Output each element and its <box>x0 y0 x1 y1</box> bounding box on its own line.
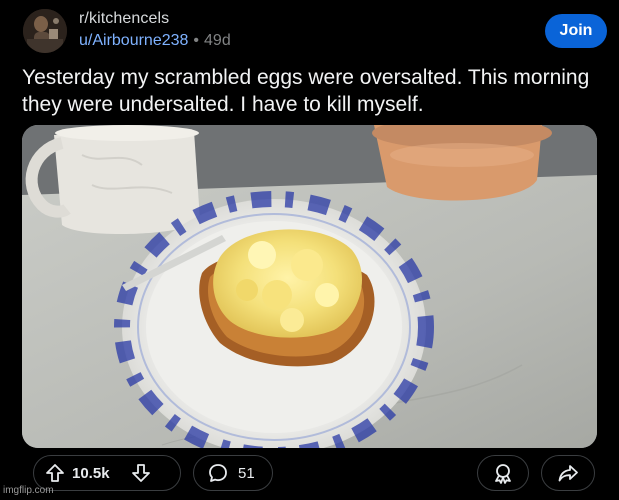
downvote-button[interactable] <box>130 462 152 484</box>
scrambled-eggs-photo <box>22 125 597 448</box>
post-actions: 10.5k 51 <box>0 452 619 496</box>
post-title[interactable]: Yesterday my scrambled eggs were oversal… <box>22 64 607 118</box>
arrow-down-icon <box>131 464 150 482</box>
upvote-button[interactable] <box>44 462 66 484</box>
subreddit-avatar[interactable] <box>23 9 67 53</box>
author-link[interactable]: u/Airbourne238 <box>79 32 188 49</box>
comment-count: 51 <box>238 464 255 482</box>
subreddit-name[interactable]: r/kitchencels <box>79 10 169 28</box>
speech-bubble-icon <box>207 462 229 484</box>
post-age: 49d <box>204 32 231 49</box>
vote-count: 10.5k <box>72 464 110 482</box>
post-meta: u/Airbourne238 • 49d <box>79 32 231 50</box>
vote-bar: 10.5k <box>33 455 181 491</box>
share-button[interactable] <box>541 455 595 491</box>
arrow-up-icon <box>46 464 64 482</box>
meta-separator: • <box>193 32 200 49</box>
award-button[interactable] <box>477 455 529 491</box>
comment-button[interactable]: 51 <box>193 455 273 491</box>
award-icon <box>492 462 514 484</box>
share-arrow-icon <box>557 462 579 484</box>
post-header: r/kitchencels u/Airbourne238 • 49d Join <box>0 0 619 60</box>
join-button[interactable]: Join <box>545 14 607 48</box>
post-image[interactable] <box>22 125 597 448</box>
watermark: imgflip.com <box>3 485 54 496</box>
